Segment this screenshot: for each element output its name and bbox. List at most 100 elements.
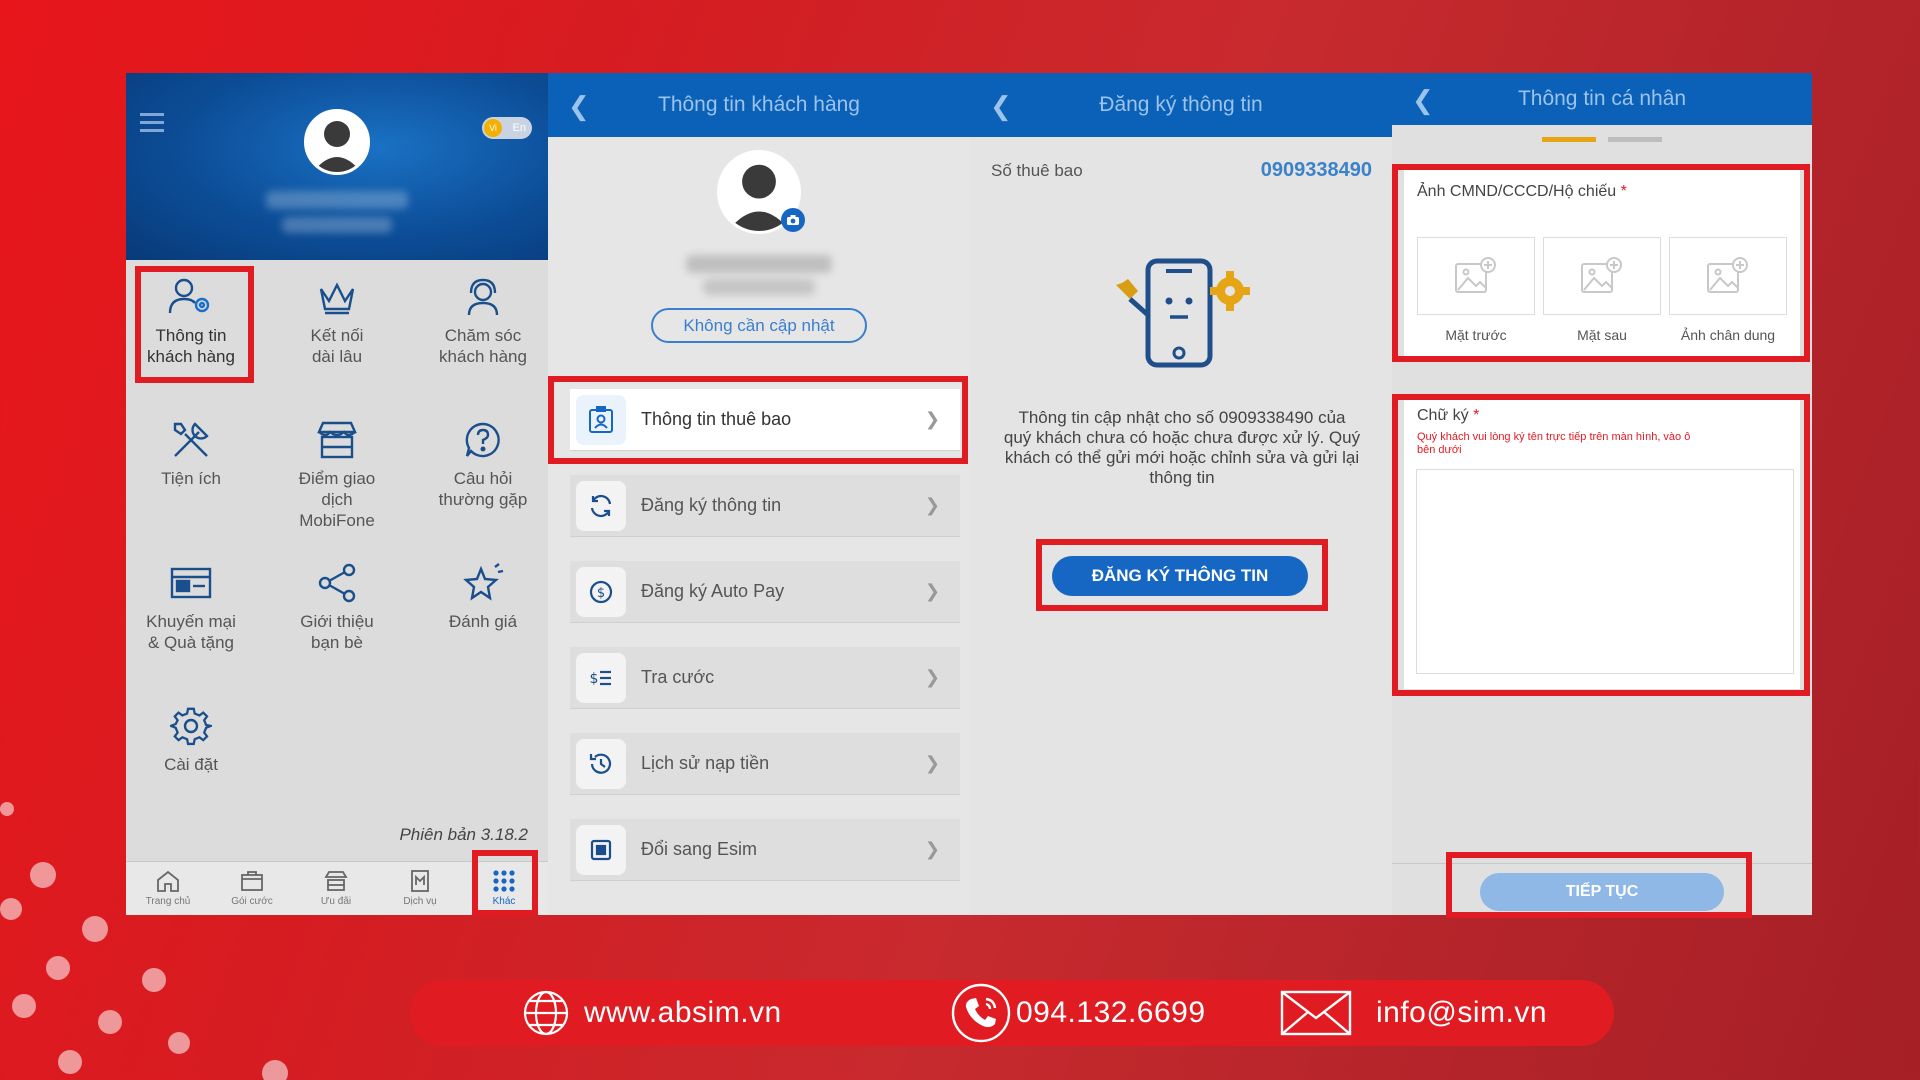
gear-icon <box>126 702 256 750</box>
grid-dots-icon <box>469 866 539 896</box>
id-card-icon <box>576 394 626 445</box>
back-arrow-icon[interactable]: ❮ <box>568 91 590 122</box>
package-icon <box>217 866 287 896</box>
offer-icon <box>301 866 371 896</box>
row-register-info[interactable]: Đăng ký thông tin ❯ <box>570 475 960 537</box>
website-link[interactable]: www.absim.vn <box>522 980 782 1046</box>
page-title: Đăng ký thông tin <box>1099 93 1263 116</box>
tab-more[interactable]: Khác <box>469 866 539 907</box>
row-topup-history[interactable]: Lịch sử nạp tiền ❯ <box>570 733 960 795</box>
register-info-button[interactable]: ĐĂNG KÝ THÔNG TIN <box>1052 556 1308 596</box>
screen-personal-info: ❮ Thông tin cá nhân Ảnh CMND/CCCD/Hộ chi… <box>1392 73 1812 915</box>
share-icon <box>272 559 402 607</box>
screen-menu: Vi En Thông tin khách hàng Kết nối dài l… <box>126 73 548 915</box>
phone-repair-icon <box>1108 253 1258 373</box>
chevron-right-icon: ❯ <box>924 839 940 859</box>
menu-settings[interactable]: Cài đặt <box>126 702 256 775</box>
row-bill-lookup[interactable]: $ Tra cước ❯ <box>570 647 960 709</box>
language-vi: Vi <box>484 119 502 137</box>
message-line: thông tin <box>1149 468 1215 487</box>
phone-icon <box>950 982 1012 1044</box>
row-subscriber-info[interactable]: Thông tin thuê bao ❯ <box>570 389 960 451</box>
website-text: www.absim.vn <box>584 996 782 1029</box>
message-line: quý khách chưa có hoặc chưa được xử lý. … <box>1003 428 1361 447</box>
tab-packages[interactable]: Gói cước <box>217 866 287 907</box>
row-label: Lịch sử nạp tiền <box>641 753 770 773</box>
menu-stores[interactable]: Điểm giao dịch MobiFone <box>272 416 402 531</box>
menu-utilities[interactable]: Tiện ích <box>126 416 256 489</box>
tab-services[interactable]: Dịch vụ <box>385 866 455 907</box>
menu-label: Đánh giá <box>448 612 518 631</box>
menu-label: bạn bè <box>311 633 363 652</box>
store-icon <box>272 416 402 464</box>
refresh-icon <box>576 480 626 531</box>
menu-refer-friends[interactable]: Giới thiệu bạn bè <box>272 559 402 653</box>
menu-faq[interactable]: Câu hỏi thường gặp <box>418 416 548 510</box>
info-message: Thông tin cập nhật cho số 0909338490 của… <box>996 408 1368 488</box>
id-photo-label: Ảnh CMND/CCCD/Hộ chiếu * <box>1417 183 1627 200</box>
top-bar: ❮ Thông tin cá nhân <box>1392 73 1812 125</box>
user-gear-icon <box>126 273 256 321</box>
back-arrow-icon[interactable]: ❮ <box>990 91 1012 122</box>
add-image-icon <box>1455 257 1496 293</box>
back-arrow-icon[interactable]: ❮ <box>1412 85 1434 116</box>
menu-label: thường gặp <box>438 490 528 509</box>
id-photo-section: Ảnh CMND/CCCD/Hộ chiếu * Mặt trước Mặt s… <box>1404 167 1800 357</box>
globe-icon <box>522 989 570 1037</box>
phone-link[interactable]: 094.132.6699 <box>950 980 1206 1046</box>
gift-card-icon <box>126 559 256 607</box>
menu-label: khách hàng <box>439 347 527 366</box>
page-title: Thông tin khách hàng <box>658 93 860 116</box>
menu-customer-care[interactable]: Chăm sóc khách hàng <box>418 273 548 367</box>
mail-icon <box>1280 990 1352 1036</box>
photo-caption: Mặt sau <box>1577 327 1627 343</box>
svg-text:$: $ <box>597 586 605 601</box>
tab-home[interactable]: Trang chủ <box>133 866 203 907</box>
menu-label: Câu hỏi <box>453 469 513 488</box>
photo-front-slot[interactable] <box>1417 237 1535 315</box>
continue-button[interactable]: TIẾP TỤC <box>1480 873 1724 911</box>
history-icon <box>576 738 626 789</box>
tab-label: Gói cước <box>231 896 273 907</box>
question-icon <box>418 416 548 464</box>
chevron-right-icon: ❯ <box>924 753 940 773</box>
hamburger-menu-icon[interactable] <box>140 113 166 133</box>
signature-label: Chữ ký * <box>1417 407 1480 424</box>
photo-back-slot[interactable] <box>1543 237 1661 315</box>
menu-rating[interactable]: Đánh giá <box>418 559 548 632</box>
bill-list-icon: $ <box>576 652 626 703</box>
menu-promotions[interactable]: Khuyến mại & Quà tặng <box>126 559 256 653</box>
tab-label: Khác <box>492 896 516 907</box>
add-image-icon <box>1707 257 1748 293</box>
screen-register-info: ❮ Đăng ký thông tin Số thuê bao 09093384… <box>970 73 1392 915</box>
subscriber-label: Số thuê bao <box>991 161 1083 180</box>
add-image-icon <box>1581 257 1622 293</box>
menu-label: Cài đặt <box>164 755 218 774</box>
signature-pad[interactable] <box>1416 469 1794 674</box>
email-link[interactable]: info@sim.vn <box>1280 980 1547 1046</box>
blurred-number <box>282 217 392 233</box>
menu-label: Chăm sóc <box>444 326 522 345</box>
chevron-right-icon: ❯ <box>924 581 940 601</box>
camera-icon[interactable] <box>781 208 805 232</box>
language-toggle[interactable]: Vi En <box>482 117 532 139</box>
chevron-right-icon: ❯ <box>924 409 940 429</box>
tab-offers[interactable]: Ưu đãi <box>301 866 371 907</box>
message-line: khách có thể gửi mới hoặc chỉnh sửa và g… <box>1004 448 1360 467</box>
star-icon <box>418 559 548 607</box>
signature-hint: Quý khách vui lòng ký tên trực tiếp trên… <box>1417 431 1691 456</box>
menu-long-connection[interactable]: Kết nối dài lâu <box>272 273 402 367</box>
row-switch-esim[interactable]: Đổi sang Esim ❯ <box>570 819 960 881</box>
menu-customer-info[interactable]: Thông tin khách hàng <box>126 273 256 367</box>
bottom-tab-bar: Trang chủ Gói cước Ưu đãi Dịch vụ Khác <box>126 861 548 915</box>
row-auto-pay[interactable]: $ Đăng ký Auto Pay ❯ <box>570 561 960 623</box>
row-label: Thông tin thuê bao <box>641 409 792 429</box>
row-label: Đổi sang Esim <box>641 839 758 859</box>
status-badge: Không cần cập nhật <box>651 308 867 343</box>
photo-caption: Mặt trước <box>1445 327 1507 343</box>
top-bar: ❮ Đăng ký thông tin <box>970 73 1392 137</box>
page-title: Thông tin cá nhân <box>1517 87 1687 110</box>
photo-portrait-slot[interactable] <box>1669 237 1787 315</box>
menu-label: Thông tin <box>155 326 227 345</box>
avatar[interactable] <box>304 109 370 175</box>
